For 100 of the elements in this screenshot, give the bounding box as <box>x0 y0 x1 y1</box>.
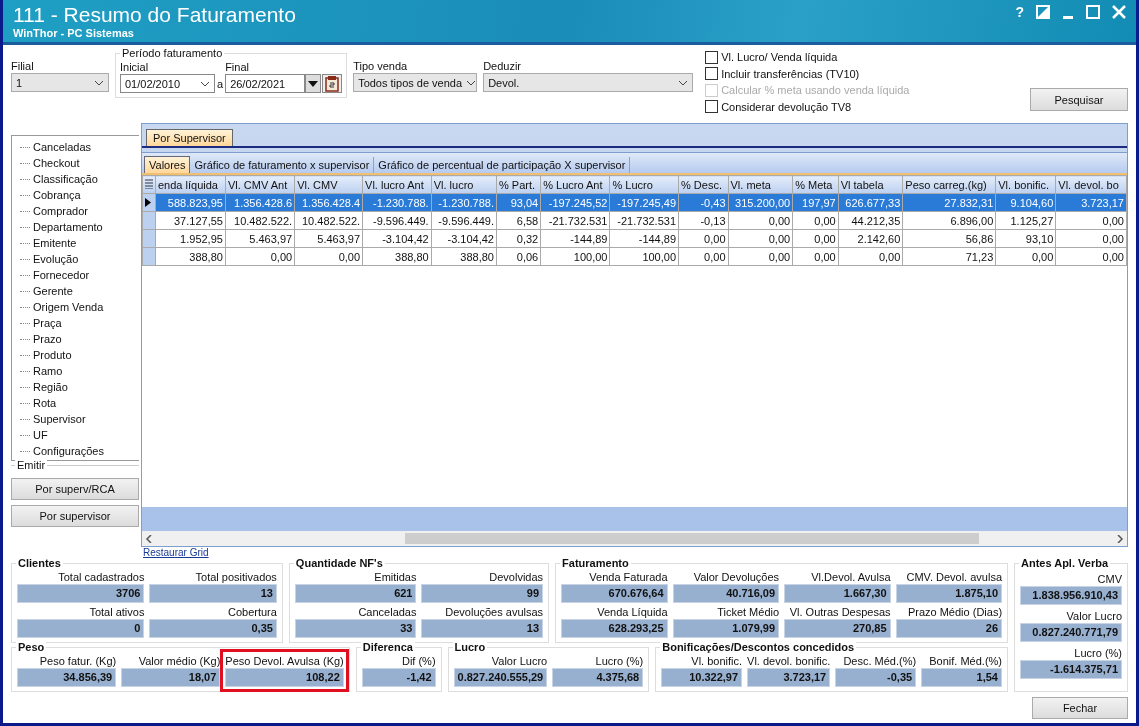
column-header[interactable]: Vl. bonific. <box>995 175 1056 194</box>
current-row-icon <box>145 197 151 207</box>
list-item[interactable]: Evolução <box>32 253 80 265</box>
table-cell: 0,00 <box>792 211 839 230</box>
table-cell: 5.463,97 <box>294 229 363 248</box>
column-header[interactable]: % Desc. <box>678 175 728 194</box>
field-label: Valor Lucro <box>490 654 548 668</box>
start-date-field[interactable]: 01/02/2010 <box>120 74 215 93</box>
list-item[interactable]: Prazo <box>32 333 63 345</box>
column-header[interactable]: % Lucro <box>609 175 679 194</box>
table-cell: 0,00 <box>678 229 728 248</box>
tab[interactable]: Por Supervisor <box>146 129 233 146</box>
checkbox[interactable] <box>705 100 719 114</box>
column-header[interactable]: enda líquida <box>155 175 226 194</box>
restore-icon[interactable] <box>1036 5 1050 19</box>
list-item[interactable]: Produto <box>32 349 73 361</box>
close-icon[interactable] <box>1112 5 1126 19</box>
period-group-title: Período faturamento <box>120 47 225 60</box>
list-item[interactable]: Supervisor <box>32 413 87 425</box>
group-title: Diferenca <box>360 641 415 653</box>
table-cell: -3.104,42 <box>431 229 497 248</box>
horizontal-scrollbar[interactable] <box>142 531 1127 546</box>
deduct-dropdown[interactable]: Devol. <box>483 73 694 92</box>
list-item[interactable]: Canceladas <box>32 141 93 153</box>
value-field: 108,22 <box>225 668 344 687</box>
column-header[interactable]: Vl. meta <box>728 175 793 194</box>
help-button[interactable]: ? <box>1015 5 1024 19</box>
table-cell: 44.212,35 <box>838 211 903 230</box>
list-item[interactable]: Checkout <box>32 157 81 169</box>
value-field: 18,07 <box>121 668 221 687</box>
field-label: Peso Devol. Avulsa (Kg) <box>225 654 344 668</box>
value-field: 621 <box>294 584 417 603</box>
table-cell: 0,00 <box>728 229 793 248</box>
table-cell: 0,00 <box>678 247 728 266</box>
field-label: Desc. Méd.(%) <box>842 654 917 668</box>
list-item[interactable]: Praça <box>32 317 63 329</box>
value-field: 13 <box>149 584 277 603</box>
list-item[interactable]: Origem Venda <box>32 301 105 313</box>
search-button[interactable]: Pesquisar <box>1030 88 1128 111</box>
calendar-button[interactable] <box>322 74 343 93</box>
filial-dropdown[interactable]: 1 <box>11 73 109 92</box>
column-header[interactable]: % Meta <box>792 175 839 194</box>
start-date-label: Inicial <box>120 60 150 74</box>
table-cell: 56,86 <box>902 229 996 248</box>
table-cell: 10.482.522. <box>225 211 295 230</box>
chevron-icon <box>466 79 477 86</box>
value-field: 670.676,64 <box>561 584 668 603</box>
table-cell: 100,00 <box>540 247 610 266</box>
close-button[interactable]: Fechar <box>1032 697 1128 719</box>
column-header[interactable]: Vl tabela <box>838 175 903 194</box>
table-cell: 388,80 <box>362 247 432 266</box>
checkbox[interactable] <box>705 67 719 81</box>
group-title: Antes Apl. Verba <box>1019 557 1110 569</box>
value-field: -1.614.375,71 <box>1020 660 1122 679</box>
list-item[interactable]: Cobrança <box>32 189 82 201</box>
dropdown-button[interactable] <box>305 74 322 93</box>
column-header[interactable]: Vl. CMV Ant <box>225 175 295 194</box>
list-item[interactable]: Região <box>32 381 69 393</box>
column-header[interactable]: % Part. <box>496 175 541 194</box>
list-item[interactable]: Emitente <box>32 237 78 249</box>
table-cell: 5.463,97 <box>225 229 295 248</box>
sale-type-dropdown[interactable]: Todos tipos de venda <box>353 73 478 92</box>
column-header[interactable]: Vl. CMV <box>294 175 363 194</box>
calendar-icon <box>325 75 340 92</box>
column-header[interactable]: Peso carreg.(kg) <box>902 175 996 194</box>
tab[interactable]: Valores <box>144 156 191 173</box>
checkbox[interactable] <box>705 50 719 64</box>
column-header[interactable]: Vl. lucro <box>431 175 497 194</box>
list-item[interactable]: Classificação <box>32 173 99 185</box>
report-button[interactable]: Por supervisor <box>11 505 139 527</box>
table-cell: 0,00 <box>728 211 793 230</box>
maximize-icon[interactable] <box>1086 5 1100 19</box>
scrollbar-thumb[interactable] <box>404 533 979 544</box>
list-item[interactable]: Ramo <box>32 365 64 377</box>
column-header[interactable]: % Lucro Ant <box>540 175 610 194</box>
list-item[interactable]: Rota <box>32 397 58 409</box>
list-item[interactable]: Comprador <box>32 205 90 217</box>
value-field: 1.667,30 <box>784 584 891 603</box>
table-cell: 1.952,95 <box>155 229 226 248</box>
table-cell: 100,00 <box>609 247 679 266</box>
column-header[interactable]: Vl. devol. bo <box>1055 175 1127 194</box>
list-item[interactable]: Gerente <box>32 285 74 297</box>
column-header[interactable]: Vl. lucro Ant <box>362 175 432 194</box>
table-cell: -9.596.449. <box>362 211 432 230</box>
end-date-field[interactable]: 26/02/2021 <box>225 74 306 93</box>
table-cell: 0,00 <box>294 247 363 266</box>
list-item[interactable]: UF <box>32 429 49 441</box>
table-cell: 0,00 <box>792 229 839 248</box>
window-title: 111 - Resumo do Faturamento <box>13 3 296 27</box>
field-label: Dif (%) <box>400 654 436 668</box>
list-item[interactable]: Fornecedor <box>32 269 91 281</box>
list-item[interactable]: Departamento <box>32 221 104 233</box>
report-button[interactable]: Por superv/RCA <box>11 478 139 500</box>
field-label: Vl.Devol. Avulsa <box>810 570 891 584</box>
chevron-icon <box>200 80 210 87</box>
restore-grid-link[interactable]: Restaurar Grid <box>143 547 1128 559</box>
field-label: Devoluções avulsas <box>444 605 544 619</box>
list-item[interactable]: Configurações <box>32 445 105 457</box>
value-field: -1,42 <box>361 668 436 687</box>
table-cell: 0,06 <box>496 247 541 266</box>
